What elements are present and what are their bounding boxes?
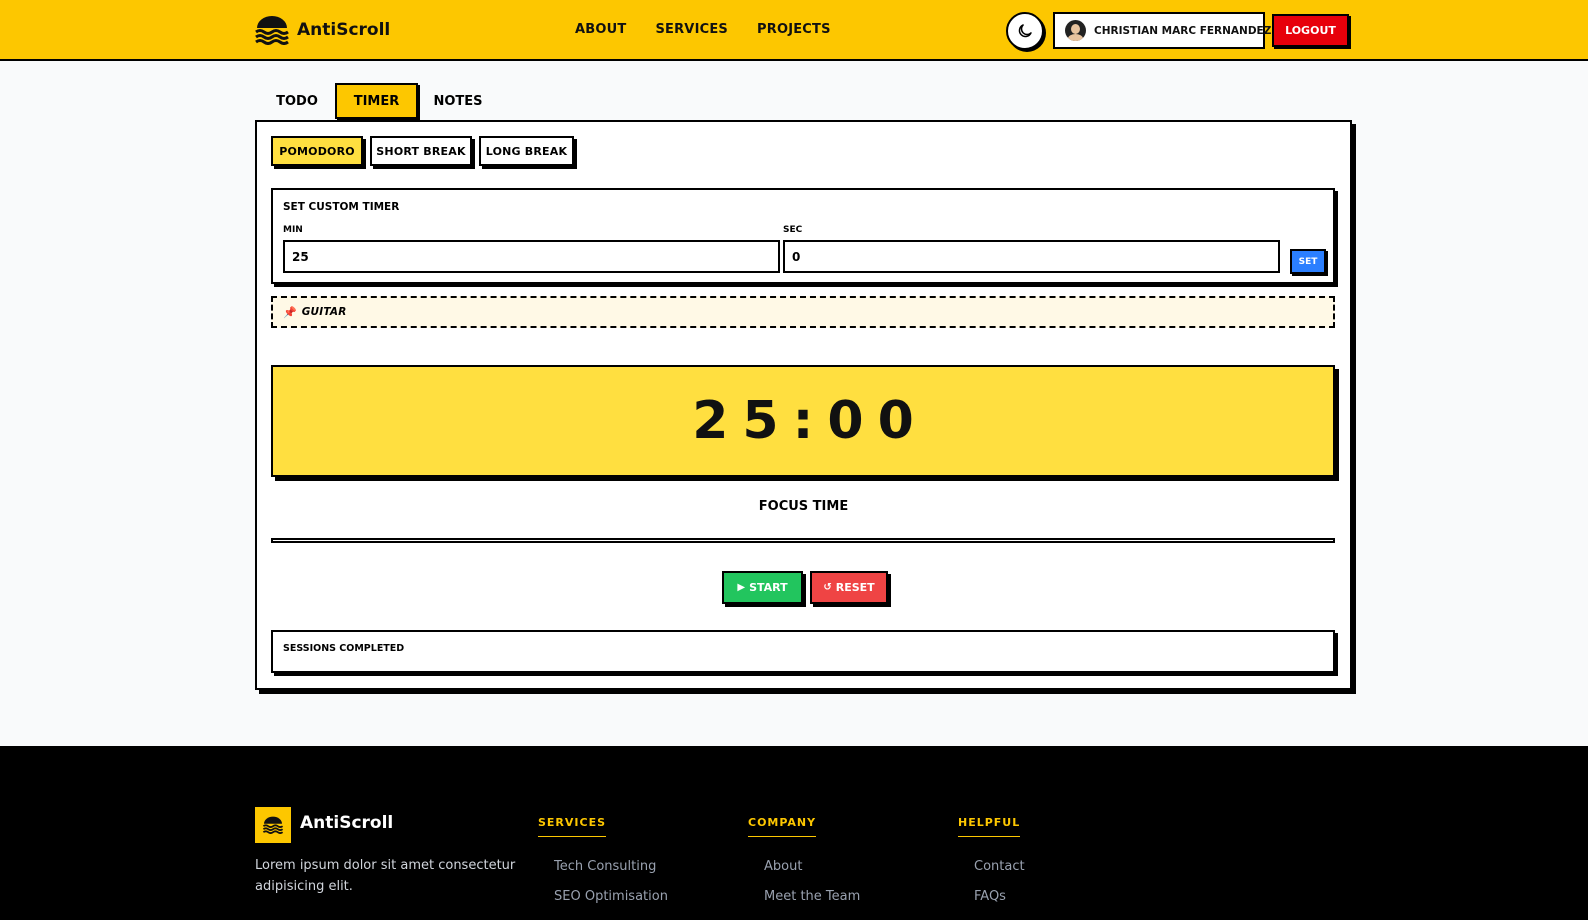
footer-link[interactable]: Contact (974, 852, 1025, 882)
navbar: AntiScroll ABOUT SERVICES PROJECTS CHRIS… (0, 0, 1588, 61)
pinned-task[interactable]: 📌 GUITAR (271, 296, 1335, 328)
wave-logo-icon (262, 816, 284, 834)
footer-column-helpful: HELPFUL Contact FAQs (958, 811, 1025, 912)
reset-icon: ↺ (823, 582, 832, 593)
footer-description: Lorem ipsum dolor sit amet consectetur a… (255, 858, 516, 894)
user-name: CHRISTIAN MARC FERNANDEZ (1094, 24, 1272, 37)
timer-panel: POMODORO SHORT BREAK LONG BREAK SET CUST… (255, 120, 1352, 690)
footer-link[interactable]: SEO Optimisation (554, 882, 668, 912)
footer-logo[interactable] (255, 807, 291, 843)
start-button[interactable]: ▶ START (722, 571, 803, 604)
set-timer-button[interactable]: SET (1290, 249, 1326, 274)
footer-heading: SERVICES (538, 816, 607, 837)
start-label: START (749, 581, 788, 594)
footer-heading: HELPFUL (958, 816, 1021, 837)
seconds-input[interactable] (783, 240, 1280, 273)
nav-link-services[interactable]: SERVICES (655, 22, 728, 37)
nav-link-about[interactable]: ABOUT (575, 22, 626, 37)
brand-name: AntiScroll (297, 20, 391, 40)
user-profile-button[interactable]: CHRISTIAN MARC FERNANDEZ (1053, 12, 1271, 49)
tab-timer[interactable]: TIMER (335, 83, 418, 119)
reset-label: RESET (835, 581, 875, 594)
sessions-completed: SESSIONS COMPLETED (271, 630, 1335, 673)
footer-heading: COMPANY (748, 816, 817, 837)
footer-link[interactable]: Tech Consulting (554, 852, 668, 882)
avatar (1065, 20, 1086, 41)
pin-icon: 📌 (283, 305, 297, 319)
sec-label: SEC (783, 225, 803, 235)
brand[interactable]: AntiScroll (255, 15, 390, 45)
wave-logo-icon (255, 16, 289, 45)
sessions-completed-label: SESSIONS COMPLETED (283, 643, 405, 654)
footer-link[interactable]: Meet the Team (764, 882, 860, 912)
moon-icon (1018, 24, 1032, 38)
custom-timer-title: SET CUSTOM TIMER (283, 201, 400, 213)
nav-link-projects[interactable]: PROJECTS (757, 22, 831, 37)
pinned-task-text: GUITAR (301, 306, 347, 318)
min-label: MIN (283, 225, 303, 235)
timer-progress-bar (271, 538, 1335, 543)
footer-column-company: COMPANY About Meet the Team (748, 811, 860, 912)
timer-status-label: FOCUS TIME (758, 499, 849, 514)
long-break-mode-button[interactable]: LONG BREAK (479, 136, 574, 166)
footer-link[interactable]: FAQs (974, 882, 1025, 912)
footer-link[interactable]: About (764, 852, 860, 882)
timer-display: 25:00 (271, 365, 1335, 477)
logout-button[interactable]: LOGOUT (1272, 14, 1349, 47)
footer-column-services: SERVICES Tech Consulting SEO Optimisatio… (538, 811, 668, 912)
custom-timer-form: SET CUSTOM TIMER MIN SEC SET (271, 188, 1335, 284)
footer-brand-name: AntiScroll (300, 813, 394, 833)
tab-todo[interactable]: TODO (272, 83, 322, 119)
footer: AntiScroll Lorem ipsum dolor sit amet co… (0, 746, 1588, 920)
pomodoro-mode-button[interactable]: POMODORO (271, 136, 363, 166)
reset-button[interactable]: ↺ RESET (810, 571, 888, 604)
minutes-input[interactable] (283, 240, 780, 273)
short-break-mode-button[interactable]: SHORT BREAK (370, 136, 472, 166)
timer-countdown: 25:00 (692, 391, 928, 451)
play-icon: ▶ (737, 582, 746, 593)
nav-links: ABOUT SERVICES PROJECTS (575, 22, 860, 37)
tab-notes[interactable]: NOTES (432, 83, 484, 119)
theme-toggle-button[interactable] (1006, 12, 1044, 50)
